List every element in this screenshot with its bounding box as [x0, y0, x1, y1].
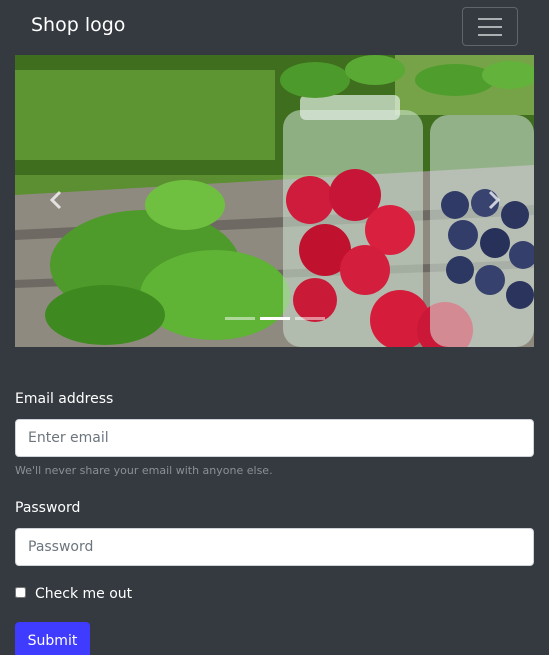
- carousel-indicator-2[interactable]: [260, 317, 290, 320]
- carousel-slide-image: [15, 55, 534, 347]
- email-input[interactable]: [15, 419, 534, 457]
- carousel-next-button[interactable]: [481, 185, 507, 215]
- navbar: Shop logo: [0, 0, 549, 55]
- check-me-out-checkbox[interactable]: [15, 587, 26, 598]
- email-help-text: We'll never share your email with anyone…: [15, 464, 273, 477]
- brand-logo[interactable]: Shop logo: [31, 14, 125, 36]
- password-label: Password: [15, 500, 81, 516]
- navbar-toggler-button[interactable]: [462, 7, 518, 46]
- chevron-left-icon: [49, 190, 62, 210]
- carousel-prev-button[interactable]: [43, 185, 69, 215]
- chevron-right-icon: [488, 190, 501, 210]
- carousel-indicator-1[interactable]: [225, 317, 255, 320]
- check-me-out-label[interactable]: Check me out: [35, 586, 132, 602]
- carousel-indicators: [15, 317, 534, 321]
- password-input[interactable]: [15, 528, 534, 566]
- submit-button[interactable]: Submit: [15, 622, 90, 655]
- carousel-indicator-3[interactable]: [295, 317, 325, 320]
- email-label: Email address: [15, 391, 114, 407]
- hamburger-icon: [478, 18, 502, 36]
- image-carousel: [15, 55, 534, 347]
